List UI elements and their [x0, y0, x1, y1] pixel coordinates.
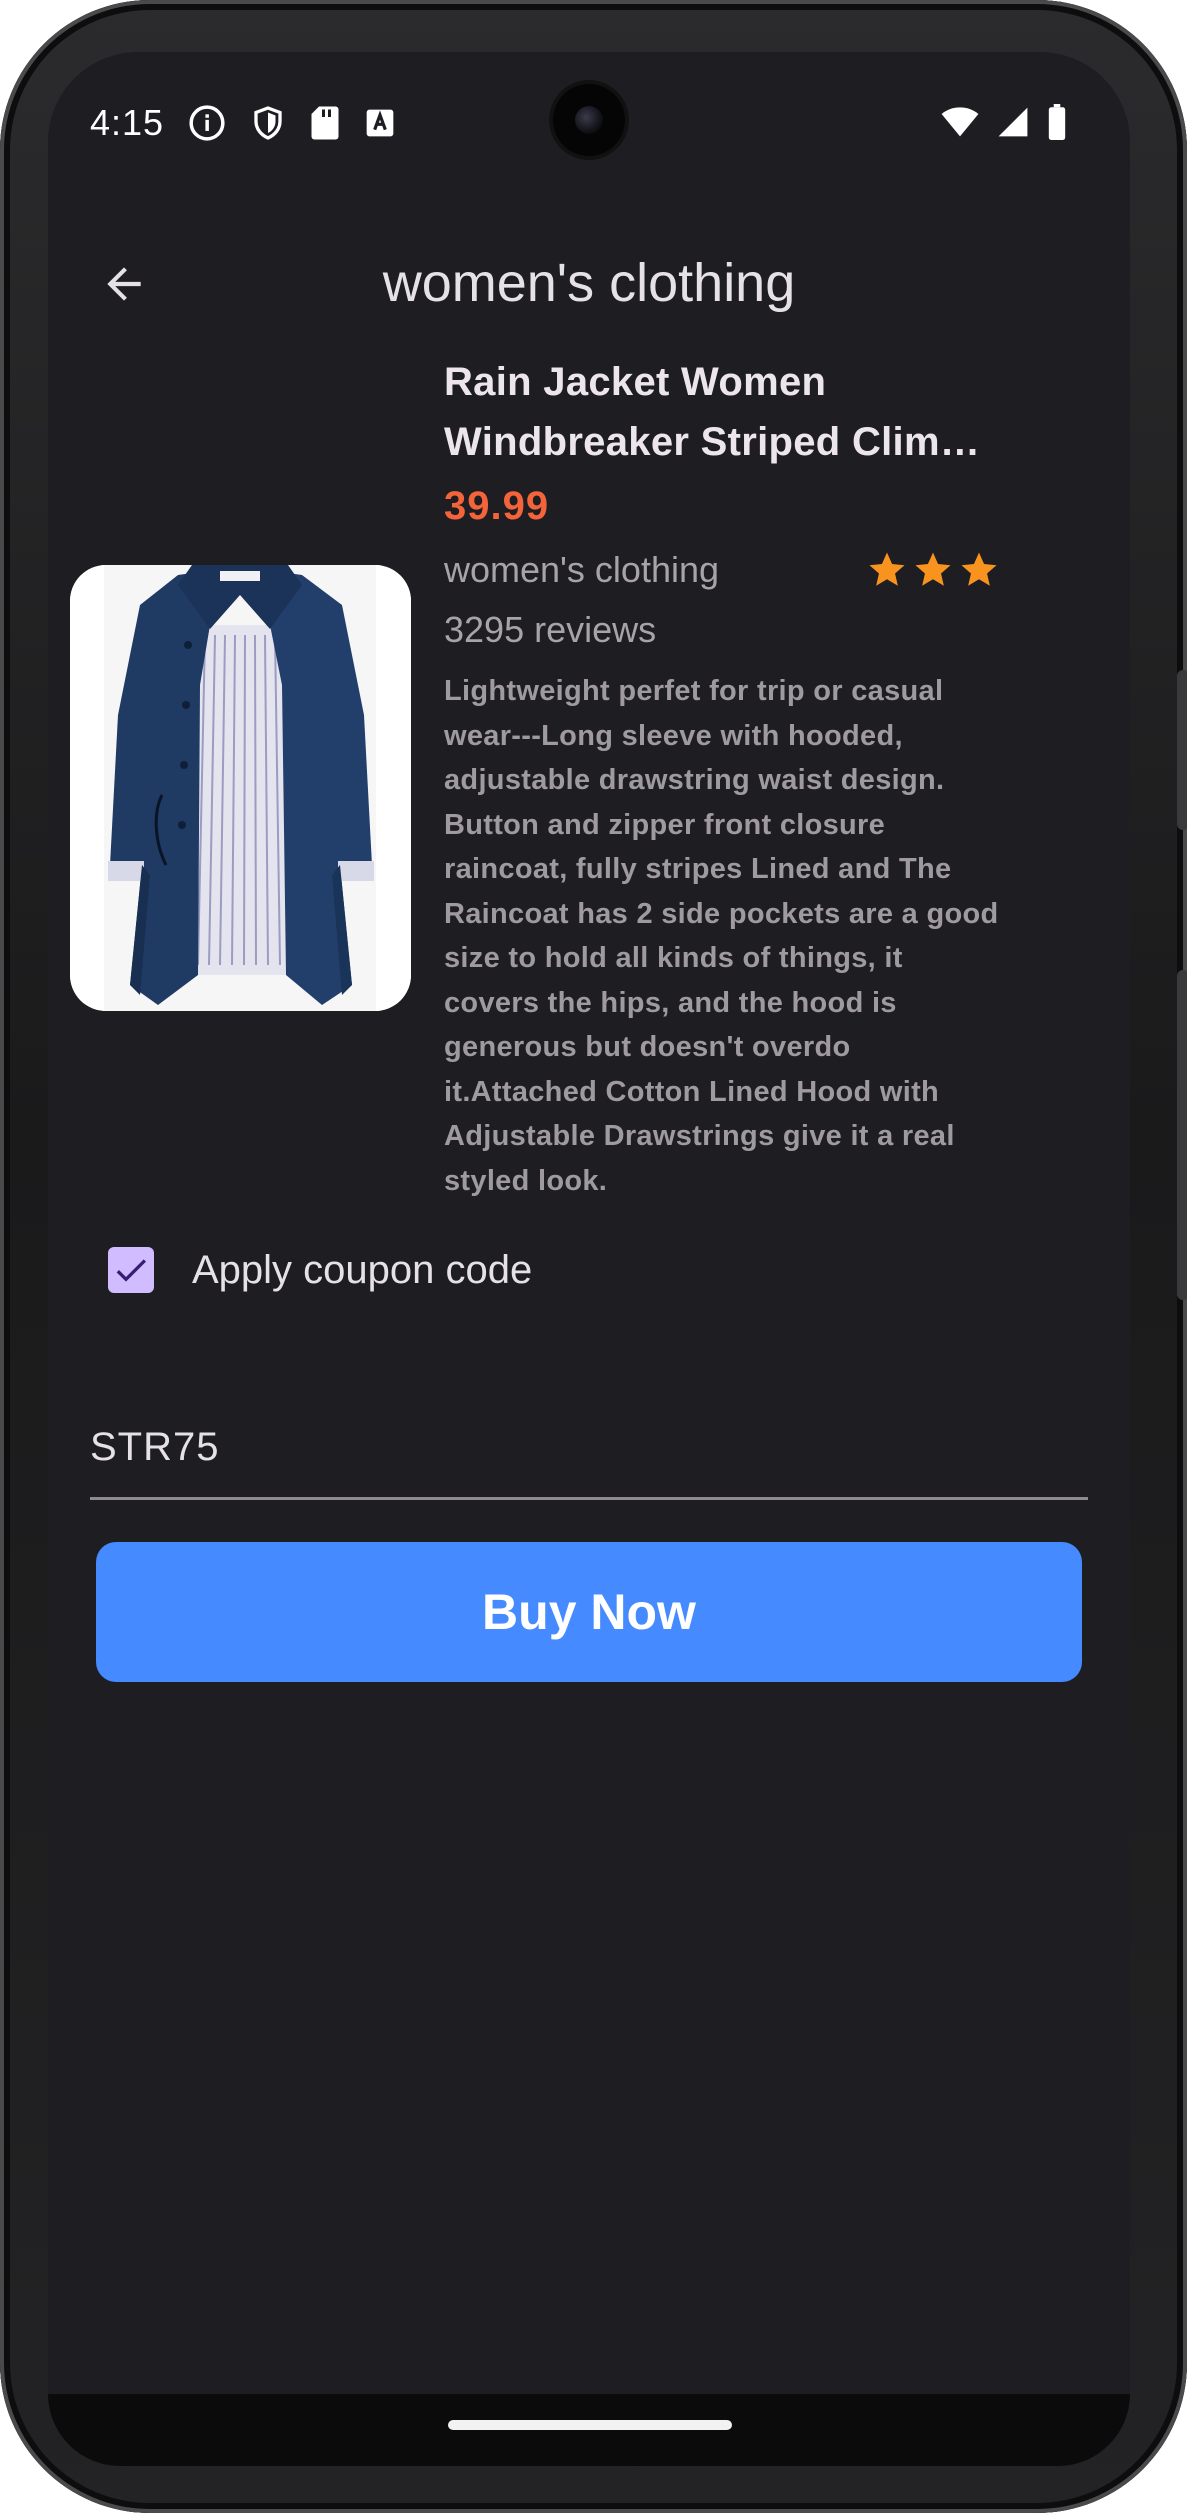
product-image — [70, 565, 411, 1011]
apply-coupon-label: Apply coupon code — [192, 1247, 533, 1292]
star-icon — [869, 552, 905, 586]
volume-button — [1177, 670, 1187, 830]
check-icon — [116, 1259, 146, 1282]
product-title-line1: Rain Jacket Women — [444, 360, 827, 404]
product-title: Rain Jacket Women Windbreaker Striped Cl… — [444, 352, 1004, 472]
rain-jacket-image — [70, 565, 411, 1011]
power-button — [1177, 970, 1187, 1300]
product-category: women's clothing — [444, 549, 720, 590]
buy-now-button[interactable]: Buy Now — [96, 1542, 1082, 1682]
status-notification-icons — [188, 104, 396, 142]
product-price: 39.99 — [444, 484, 550, 528]
front-camera — [553, 84, 625, 156]
product-meta-row: women's clothing — [444, 549, 1004, 591]
star-icon — [961, 552, 997, 586]
rating-stars — [866, 549, 1000, 591]
product-description: Lightweight perfet for trip or casual we… — [444, 675, 999, 1197]
page-title: women's clothing — [382, 253, 796, 313]
top-app-bar: women's clothing — [48, 222, 1130, 342]
home-indicator[interactable] — [448, 2420, 732, 2430]
apply-coupon-checkbox[interactable] — [108, 1247, 154, 1293]
signal-icon — [998, 107, 1028, 137]
battery-icon — [1048, 104, 1066, 140]
star-icon — [915, 552, 951, 586]
status-time: 4:15 — [90, 102, 165, 143]
product-title-line2: Windbreaker Striped Clim… — [444, 420, 981, 464]
apply-coupon-row[interactable]: Apply coupon code — [108, 1247, 532, 1293]
coupon-code-input[interactable] — [90, 1402, 1088, 1492]
info-icon — [189, 105, 225, 141]
font-a-icon — [366, 109, 394, 137]
coupon-code-field — [90, 1402, 1088, 1500]
product-details: Rain Jacket Women Windbreaker Striped Cl… — [444, 352, 1004, 1203]
wifi-icon — [941, 107, 979, 137]
app-screen: 4:15 women's clothing Rain Jacket Women … — [48, 52, 1130, 2394]
status-system-icons — [940, 104, 1068, 140]
status-bar: 4:15 — [48, 52, 1130, 192]
review-count: 3295 reviews — [444, 609, 657, 650]
phone-chin — [48, 2394, 1130, 2466]
sd-card-icon — [311, 106, 339, 140]
shield-icon — [254, 106, 282, 140]
